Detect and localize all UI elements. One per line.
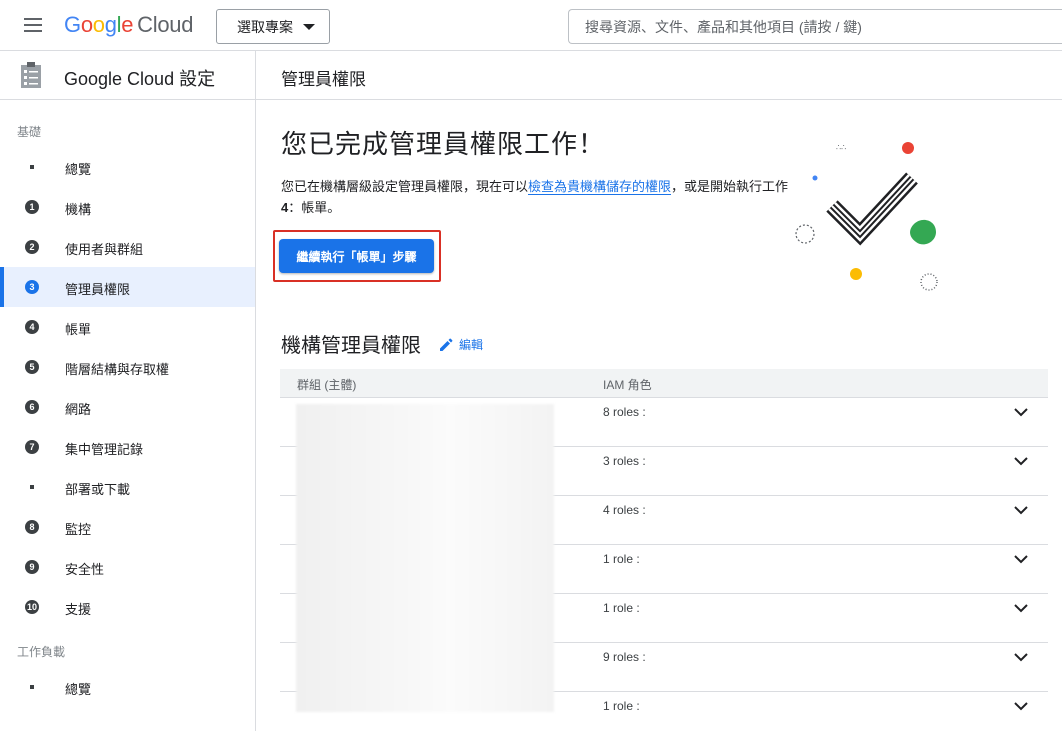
sidebar-item-networking[interactable]: 6 網路 xyxy=(0,387,255,427)
page-title: 管理員權限 xyxy=(281,70,366,89)
success-checkmark-illustration: ∴∴ xyxy=(795,142,938,291)
sidebar-item-overview[interactable]: 總覽 xyxy=(0,147,255,187)
sidebar-item-label: 總覽 xyxy=(65,682,92,697)
roles-count: 1 role : xyxy=(603,699,640,713)
chevron-down-icon[interactable] xyxy=(1013,551,1029,567)
step-number-badge: 9 xyxy=(25,560,39,574)
check-permissions-link[interactable]: 檢查為貴機構儲存的權限 xyxy=(528,179,672,195)
section-title: 機構管理員權限 xyxy=(281,335,421,357)
description-text: ：帳單。 xyxy=(288,200,341,215)
sidebar-item-label: 監控 xyxy=(65,522,92,537)
setup-checklist-icon xyxy=(21,62,41,88)
chevron-down-icon[interactable] xyxy=(1013,600,1029,616)
blue-dot-icon xyxy=(812,175,818,181)
project-selector-button[interactable]: 選取專案 xyxy=(216,9,330,44)
bullet-icon xyxy=(30,685,34,689)
red-dot-icon xyxy=(902,142,914,154)
svg-text:∴∴: ∴∴ xyxy=(836,143,846,152)
completion-description: 您已在機構層級設定管理員權限，現在可以檢查為貴機構儲存的權限，或是開始執行工作 … xyxy=(281,176,801,218)
google-cloud-logo[interactable]: Google Cloud xyxy=(64,12,193,38)
sidebar-item-organization[interactable]: 1 機構 xyxy=(0,187,255,227)
page-header: 管理員權限 xyxy=(256,51,1062,100)
column-header-principal: 群組 (主體) xyxy=(297,378,357,392)
sidebar-item-security[interactable]: 9 安全性 xyxy=(0,547,255,587)
search-input[interactable] xyxy=(568,9,1062,44)
top-bar: Google Cloud 選取專案 xyxy=(0,0,1062,51)
section-label-workloads: 工作負載 xyxy=(17,645,66,659)
step-number-badge: 6 xyxy=(25,400,39,414)
sidebar-header: Google Cloud 設定 xyxy=(0,51,255,100)
step-number-badge: 4 xyxy=(25,320,39,334)
roles-count: 9 roles : xyxy=(603,650,646,664)
hamburger-menu-icon[interactable] xyxy=(22,16,46,36)
checkmark-icon xyxy=(826,172,918,246)
edit-label: 編輯 xyxy=(459,338,484,352)
pencil-icon xyxy=(440,338,453,351)
sidebar-item-label: 帳單 xyxy=(65,322,92,337)
sidebar-item-support[interactable]: 10 支援 xyxy=(0,587,255,627)
sidebar-item-admin-access[interactable]: 3 管理員權限 xyxy=(0,267,255,307)
sidebar-item-deploy-download[interactable]: 部署或下載 xyxy=(0,467,255,507)
description-text: 您已在機構層級設定管理員權限，現在可以 xyxy=(281,179,529,194)
sidebar: Google Cloud 設定 基礎 總覽 1 機構 2 使用者與群組 3 管理… xyxy=(0,51,256,731)
roles-count: 1 role : xyxy=(603,601,640,615)
edit-button[interactable]: 編輯 xyxy=(438,336,483,353)
sidebar-item-label: 網路 xyxy=(65,402,92,417)
dotted-circle-icon xyxy=(795,224,815,244)
chevron-down-icon[interactable] xyxy=(1013,404,1029,420)
sidebar-item-label: 部署或下載 xyxy=(65,482,131,497)
sidebar-item-users-groups[interactable]: 2 使用者與群組 xyxy=(0,227,255,267)
project-selector-label: 選取專案 xyxy=(237,18,293,35)
green-blob-icon xyxy=(910,219,936,245)
sidebar-item-label: 使用者與群組 xyxy=(65,242,144,257)
completion-heading: 您已完成管理員權限工作！ xyxy=(281,129,606,159)
sidebar-item-label: 管理員權限 xyxy=(65,282,131,297)
roles-count: 3 roles : xyxy=(603,454,646,468)
yellow-dot-icon xyxy=(850,268,862,280)
roles-count: 1 role : xyxy=(603,552,640,566)
dropdown-caret-icon xyxy=(303,24,315,30)
section-label-foundation: 基礎 xyxy=(17,125,42,139)
sidebar-item-label: 集中管理記錄 xyxy=(65,442,144,457)
sidebar-item-label: 安全性 xyxy=(65,562,105,577)
step-number-badge: 5 xyxy=(25,360,39,374)
column-header-roles: IAM 角色 xyxy=(603,378,652,392)
chevron-down-icon[interactable] xyxy=(1013,649,1029,665)
sidebar-item-label: 支援 xyxy=(65,602,92,617)
sidebar-item-hierarchy-access[interactable]: 5 階層結構與存取權 xyxy=(0,347,255,387)
roles-count: 4 roles : xyxy=(603,503,646,517)
dotted-pattern-icon xyxy=(920,273,938,291)
sidebar-item-workload-overview[interactable]: 總覽 xyxy=(0,667,255,707)
description-text: ，或是開始執行工作 xyxy=(671,179,789,194)
sidebar-item-label: 階層結構與存取權 xyxy=(65,362,170,377)
step-number-badge: 1 xyxy=(25,200,39,214)
bullet-icon xyxy=(30,165,34,169)
roles-count: 8 roles : xyxy=(603,405,646,419)
table-header: 群組 (主體) IAM 角色 xyxy=(280,369,1048,398)
bullet-icon xyxy=(30,485,34,489)
sidebar-item-label: 總覽 xyxy=(65,162,92,177)
product-title: Google Cloud 設定 xyxy=(64,69,216,89)
chevron-down-icon[interactable] xyxy=(1013,698,1029,714)
sidebar-item-label: 機構 xyxy=(65,202,92,217)
sidebar-item-centralized-logging[interactable]: 7 集中管理記錄 xyxy=(0,427,255,467)
step-number-badge: 3 xyxy=(25,280,39,294)
step-number-badge: 8 xyxy=(25,520,39,534)
step-number-badge: 10 xyxy=(25,600,39,614)
sidebar-item-billing[interactable]: 4 帳單 xyxy=(0,307,255,347)
step-number-badge: 7 xyxy=(25,440,39,454)
sidebar-item-monitoring[interactable]: 8 監控 xyxy=(0,507,255,547)
chevron-down-icon[interactable] xyxy=(1013,502,1029,518)
chevron-down-icon[interactable] xyxy=(1013,453,1029,469)
step-number-badge: 2 xyxy=(25,240,39,254)
redacted-principals xyxy=(296,404,554,712)
continue-billing-button[interactable]: 繼續執行「帳單」步驟 xyxy=(279,239,434,273)
